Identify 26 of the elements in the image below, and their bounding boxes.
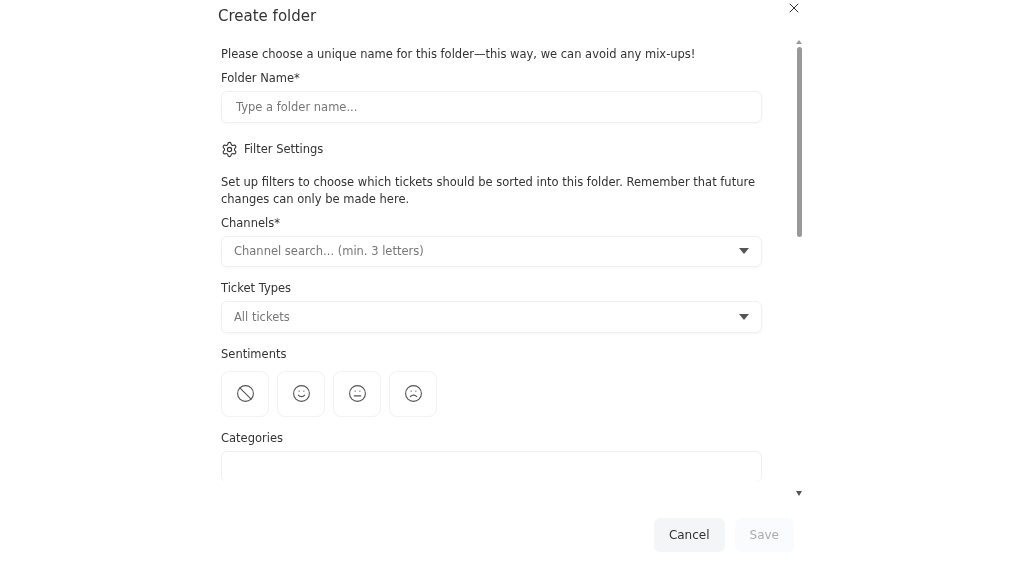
- no-sentiment-icon: [235, 384, 255, 404]
- ticket-types-dropdown[interactable]: All tickets: [221, 301, 762, 333]
- folder-name-input[interactable]: Type a folder name...: [221, 91, 762, 123]
- field-label: Ticket Types: [221, 281, 293, 296]
- field-label: Categories: [221, 430, 284, 445]
- section-title: Filter Settings: [244, 142, 324, 157]
- smiley-icon: [291, 384, 311, 404]
- sentiment-button[interactable]: [221, 370, 269, 417]
- cancel-button[interactable]: Cancel: [653, 518, 725, 552]
- dropdown-caret-icon: [739, 248, 749, 255]
- filter-description: Set up filters to choose which tickets should be sorted into this folder. Remember that future changes can only be made here.: [221, 173, 756, 208]
- field-label: Sentiments: [221, 346, 288, 361]
- channel-search-dropdown[interactable]: Channel search... (min. 3 letters): [221, 235, 762, 268]
- dropdown-value: All tickets: [234, 309, 290, 324]
- intro-text: Please choose a unique name for this folder—this way, we can avoid any mix-ups!: [221, 46, 697, 63]
- field-label: Channels*: [221, 215, 281, 230]
- sentiment-button[interactable]: [277, 370, 325, 417]
- gear-icon: [221, 140, 238, 158]
- sentiment-button[interactable]: [333, 370, 381, 417]
- dropdown-caret-icon: [739, 313, 749, 320]
- dialog-title: Create folder: [218, 7, 317, 25]
- field-label: Folder Name*: [221, 71, 301, 85]
- placeholder-text: Channel search... (min. 3 letters): [234, 244, 424, 259]
- sad-face-icon: [403, 384, 423, 404]
- neutral-face-icon: [347, 384, 367, 404]
- sentiment-button[interactable]: [389, 370, 437, 417]
